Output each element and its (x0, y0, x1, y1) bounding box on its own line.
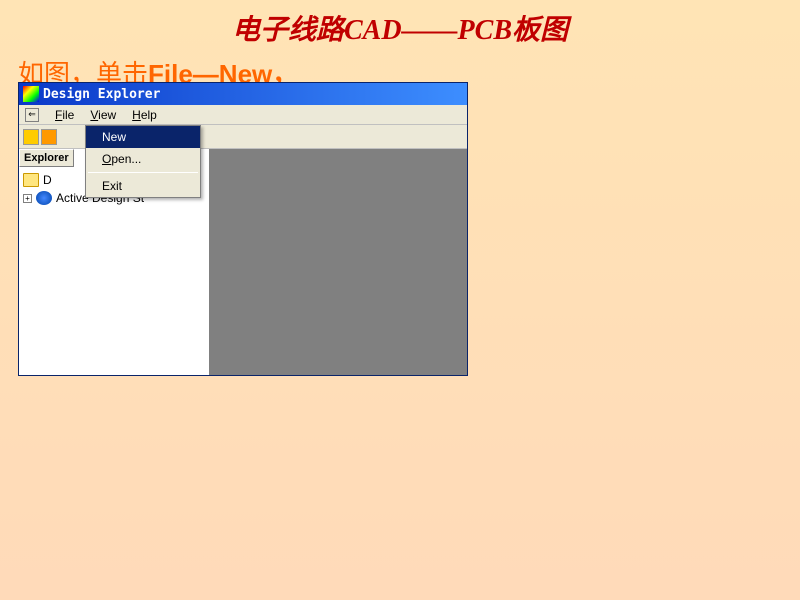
menu-item-exit[interactable]: Exit (86, 175, 200, 197)
menu-file[interactable]: File (47, 106, 82, 124)
workspace-area (211, 149, 467, 375)
slide-title: 电子线路CAD——PCB板图 (0, 0, 800, 48)
tree-view: D + Active Design St (19, 167, 209, 375)
window-title: Design Explorer (43, 87, 160, 102)
menu-view[interactable]: View (82, 106, 124, 124)
toolbar-icon-1[interactable] (23, 129, 39, 145)
menu-item-open[interactable]: Open... (86, 148, 200, 170)
menu-separator (88, 172, 198, 173)
app-icon (23, 86, 39, 102)
folder-icon (23, 173, 39, 187)
expand-icon[interactable]: + (23, 194, 32, 203)
title-bar[interactable]: Design Explorer (19, 83, 467, 105)
world-icon (36, 191, 52, 205)
menu-item-new[interactable]: New (86, 126, 200, 148)
file-dropdown-menu: New Open... Exit (85, 125, 201, 198)
nav-arrow-icon[interactable]: ⇐ (25, 108, 39, 122)
explorer-tab[interactable]: Explorer (19, 149, 74, 167)
menu-help[interactable]: Help (124, 106, 165, 124)
toolbar-icon-2[interactable] (41, 129, 57, 145)
tree-label-1: D (43, 173, 52, 187)
design-explorer-window: Design Explorer ⇐ File View Help Explore… (18, 82, 468, 376)
menu-bar: ⇐ File View Help (19, 105, 467, 125)
